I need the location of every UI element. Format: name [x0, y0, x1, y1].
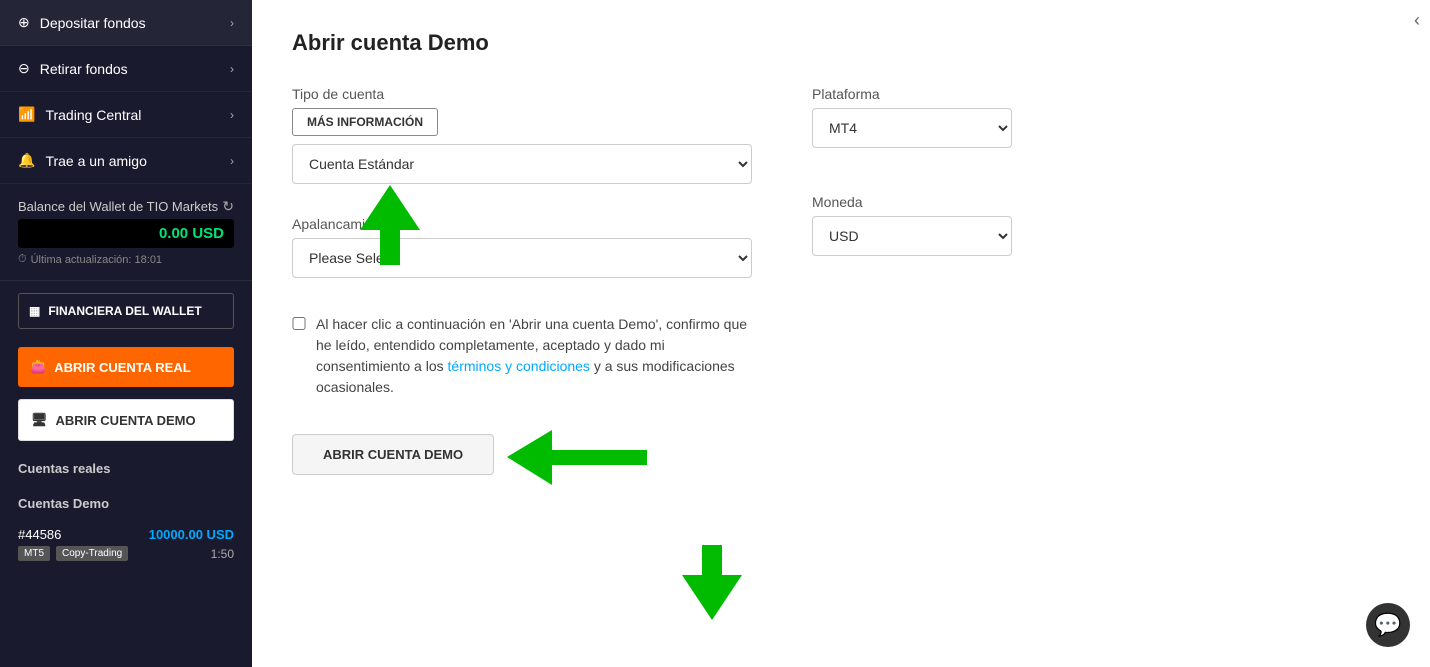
terms-checkbox[interactable]: [292, 317, 306, 330]
main-content: ‹ Abrir cuenta Demo Tipo de cuenta MÁS I…: [252, 0, 1430, 667]
cuentas-reales-title: Cuentas reales: [0, 447, 252, 482]
tipo-cuenta-label: Tipo de cuenta: [292, 86, 752, 102]
financiera-button[interactable]: ▦ FINANCIERA DEL WALLET: [18, 293, 234, 329]
sidebar-item-label: Depositar fondos: [40, 15, 146, 31]
sidebar-item-trading-central[interactable]: 📶 Trading Central ›: [0, 92, 252, 138]
chevron-icon: ›: [230, 62, 234, 76]
chevron-icon: ›: [230, 16, 234, 30]
moneda-select[interactable]: USD EUR GBP: [812, 216, 1012, 256]
chat-icon: 💬: [1374, 612, 1401, 638]
plataforma-label: Plataforma: [812, 86, 1012, 102]
sidebar-item-label: Retirar fondos: [40, 61, 128, 77]
sidebar-item-label: Trae a un amigo: [45, 153, 146, 169]
sidebar-item-depositar[interactable]: ⊕ Depositar fondos ›: [0, 0, 252, 46]
clock-icon: ⏱: [18, 253, 27, 266]
refresh-icon[interactable]: ↻: [222, 198, 234, 215]
chevron-icon: ›: [230, 108, 234, 122]
retirar-icon: ⊖: [18, 60, 30, 77]
open-real-button[interactable]: 👛 ABRIR CUENTA REAL: [18, 347, 234, 387]
trading-central-icon: 📶: [18, 106, 35, 123]
wallet-title-text: Balance del Wallet de TIO Markets: [18, 199, 218, 214]
plataforma-group: Plataforma MT4 MT5: [812, 86, 1012, 148]
collapse-button[interactable]: ‹: [1414, 10, 1420, 31]
wallet-section: Balance del Wallet de TIO Markets ↻ 0.00…: [0, 184, 252, 281]
tag-mt5: MT5: [18, 546, 50, 561]
form-left-column: Tipo de cuenta MÁS INFORMACIÓN Cuenta Es…: [292, 86, 752, 475]
form-layout: Tipo de cuenta MÁS INFORMACIÓN Cuenta Es…: [292, 86, 1390, 475]
arrow-down-annotation: [682, 545, 742, 625]
depositar-icon: ⊕: [18, 14, 30, 31]
demo-account-number: #44586: [18, 527, 61, 542]
terms-label[interactable]: Al hacer clic a continuación en 'Abrir u…: [292, 314, 752, 398]
sidebar-item-label: Trading Central: [45, 107, 141, 123]
demo-account-item[interactable]: #44586 10000.00 USD MT5 Copy-Trading 1:5…: [0, 517, 252, 571]
trae-amigo-icon: 🔔: [18, 152, 35, 169]
demo-icon: 🖥: [31, 412, 48, 428]
terms-link[interactable]: términos y condiciones: [448, 358, 590, 374]
sidebar-item-retirar[interactable]: ⊖ Retirar fondos ›: [0, 46, 252, 92]
demo-account-balance: 10000.00 USD: [149, 527, 234, 542]
arrow-up-annotation: [360, 185, 420, 270]
tag-copy-trading: Copy-Trading: [56, 546, 128, 561]
sidebar-item-trae-amigo[interactable]: 🔔 Trae a un amigo ›: [0, 138, 252, 184]
wallet-icon: 👛: [30, 359, 46, 375]
demo-account-ratio: 1:50: [211, 547, 234, 561]
terms-checkbox-section: Al hacer clic a continuación en 'Abrir u…: [292, 314, 752, 398]
chat-button[interactable]: 💬: [1366, 603, 1410, 647]
tipo-cuenta-select[interactable]: Cuenta Estándar Cuenta Premium Cuenta EC…: [292, 144, 752, 184]
moneda-label: Moneda: [812, 194, 1012, 210]
submit-demo-button[interactable]: ABRIR CUENTA DEMO: [292, 434, 494, 475]
calculator-icon: ▦: [29, 304, 40, 318]
open-demo-button[interactable]: 🖥 ABRIR CUENTA DEMO: [18, 399, 234, 441]
wallet-update-text: Última actualización: 18:01: [31, 254, 162, 266]
plataforma-select[interactable]: MT4 MT5: [812, 108, 1012, 148]
chevron-icon: ›: [230, 154, 234, 168]
sidebar: ⊕ Depositar fondos › ⊖ Retirar fondos › …: [0, 0, 252, 667]
tipo-cuenta-group: Tipo de cuenta MÁS INFORMACIÓN Cuenta Es…: [292, 86, 752, 184]
moneda-group: Moneda USD EUR GBP: [812, 194, 1012, 256]
arrow-left-annotation: [507, 430, 647, 490]
page-title: Abrir cuenta Demo: [292, 30, 1390, 56]
mas-informacion-button[interactable]: MÁS INFORMACIÓN: [292, 108, 438, 136]
cuentas-demo-title: Cuentas Demo: [0, 482, 252, 517]
form-right-column: Plataforma MT4 MT5 Moneda USD EUR GBP: [812, 86, 1012, 475]
wallet-balance: 0.00 USD: [18, 219, 234, 248]
